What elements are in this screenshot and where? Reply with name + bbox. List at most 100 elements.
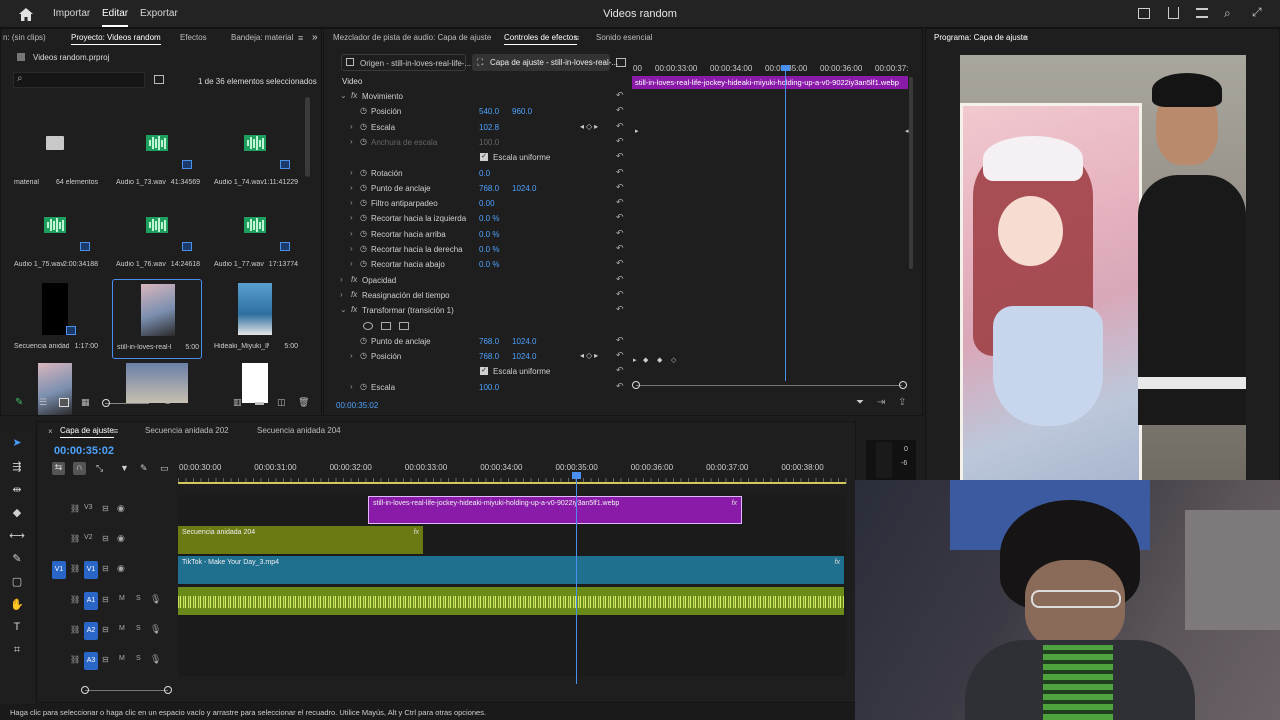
reset-icon[interactable]: ↶ [616, 365, 624, 376]
project-item[interactable]: Audio 1_75.wav 2:00:34188 [10, 197, 100, 277]
effect-row[interactable]: › ◷ Recortar hacia la derecha 0.0 % ↶ [340, 242, 630, 257]
reset-icon[interactable]: ↶ [616, 304, 624, 315]
project-item[interactable]: Secuencia anidad... 1:17:00 [10, 279, 100, 359]
tab-source[interactable]: n: (sin clips) [3, 33, 46, 42]
keyframe-marker[interactable]: ◇ [671, 356, 676, 364]
effect-value[interactable]: 102.8 [479, 123, 499, 132]
chevron-right-icon[interactable]: › [350, 259, 353, 268]
reset-icon[interactable]: ↶ [616, 243, 624, 254]
lock-icon[interactable]: ⛓ [70, 625, 80, 634]
pencil-icon[interactable]: ✎ [15, 397, 23, 408]
ec-timecode[interactable]: 00:00:35:02 [336, 401, 378, 410]
share-icon[interactable] [1168, 7, 1179, 19]
panel-menu-icon[interactable]: ≡ [298, 33, 303, 43]
track-select-icon[interactable]: ⇶ [8, 457, 26, 475]
work-area-bar[interactable] [178, 482, 846, 484]
chevron-right-icon[interactable]: › [350, 382, 353, 391]
reset-icon[interactable]: ↶ [616, 335, 624, 346]
stopwatch-icon[interactable]: ◷ [360, 382, 367, 391]
pen-icon[interactable]: ✎ [8, 549, 26, 567]
ripple-edit-icon[interactable]: ⇹ [8, 480, 26, 498]
fx-icon[interactable]: fx [351, 305, 357, 314]
keyframe-marker[interactable]: ◆ [643, 356, 648, 364]
automate-icon[interactable]: ▥ [233, 397, 242, 408]
zoom-slider-handle[interactable] [102, 399, 110, 407]
effect-value[interactable]: 768.0 [479, 352, 499, 361]
reset-icon[interactable]: ↶ [616, 289, 624, 300]
home-icon[interactable] [18, 6, 34, 22]
reset-icon[interactable]: ↶ [616, 350, 624, 361]
tab-effects[interactable]: Efectos [180, 33, 207, 42]
lock-icon[interactable]: ⛓ [70, 534, 80, 543]
microphone-icon[interactable]: 🎙 [150, 654, 161, 665]
clip-v1[interactable]: TikTok - Make Your Day_3.mp4 fx [178, 556, 844, 584]
sync-lock-icon[interactable]: ⊟ [102, 595, 109, 604]
effect-row[interactable]: › ◷ Recortar hacia la izquierda 0.0 % ↶ [340, 211, 630, 226]
lock-icon[interactable]: ⛓ [70, 504, 80, 513]
track-id[interactable]: A3 [84, 652, 98, 670]
effect-value-y[interactable]: 1024.0 [512, 337, 536, 346]
effect-value[interactable]: 100.0 [479, 138, 499, 147]
chevron-right-icon[interactable]: › [350, 137, 353, 146]
project-item[interactable]: still-in-loves-real-life-... 5:00 [112, 279, 202, 359]
reset-icon[interactable]: ↶ [616, 151, 624, 162]
pen-mask-icon[interactable] [399, 321, 409, 330]
project-item[interactable]: Audio 1_76.wav 14:24618 [112, 197, 202, 277]
effect-row[interactable]: › ◷ Recortar hacia abajo 0.0 % ↶ [340, 257, 630, 272]
chevron-right-icon[interactable]: › [350, 351, 353, 360]
chevron-down-icon[interactable]: ⌄ [340, 305, 347, 314]
reset-icon[interactable]: ↶ [616, 228, 624, 239]
sync-lock-icon[interactable]: ⊟ [102, 534, 109, 543]
microphone-icon[interactable]: 🎙 [150, 624, 161, 635]
track-id[interactable]: A1 [84, 592, 98, 610]
close-icon[interactable]: × [48, 427, 53, 436]
eye-icon[interactable]: ◉ [117, 503, 125, 514]
chevron-right-icon[interactable]: › [350, 229, 353, 238]
stopwatch-icon[interactable]: ◷ [360, 168, 367, 177]
sort-icon[interactable]: ≡ [165, 397, 170, 407]
keyframe-marker[interactable]: ◂ [905, 127, 909, 135]
type-icon[interactable]: T [8, 618, 26, 636]
effect-value[interactable]: 0.0 [479, 169, 490, 178]
new-item-icon[interactable]: ◫ [277, 397, 286, 408]
effect-row[interactable]: ✓ Escala uniforme ↶ [340, 150, 630, 165]
lock-icon[interactable]: ⛓ [70, 595, 80, 604]
lock-icon[interactable]: ☰ [39, 397, 47, 408]
tab-audio-mixer[interactable]: Mezclador de pista de audio: Capa de aju… [333, 33, 491, 42]
panel-menu-icon[interactable]: ≡ [113, 426, 118, 436]
effect-value[interactable]: 100.0 [479, 383, 499, 392]
stopwatch-icon[interactable]: ◷ [360, 229, 367, 238]
project-scrollbar[interactable] [305, 97, 310, 177]
timeline-playhead[interactable] [576, 472, 577, 684]
slip-icon[interactable]: ⟷ [8, 526, 26, 544]
tab-essential-sound[interactable]: Sonido esencial [596, 33, 652, 42]
fx-icon[interactable]: fx [351, 275, 357, 284]
tab-bin[interactable]: Bandeja: material [231, 33, 293, 42]
effect-row[interactable]: ◷ Punto de anclaje 768.0 1024.0 ↶ [340, 334, 630, 349]
effect-row[interactable]: › ◷ Anchura de escala 100.0 ↶ [340, 135, 630, 150]
effect-row[interactable]: ⌄ fx Movimiento ↶ [340, 89, 630, 104]
chevron-right-icon[interactable]: › [350, 198, 353, 207]
ec-scrollbar[interactable] [909, 77, 913, 269]
menu-importar[interactable]: Importar [53, 8, 90, 19]
reset-icon[interactable]: ↶ [616, 121, 624, 132]
mute-button[interactable]: M [119, 655, 125, 662]
effect-value[interactable]: 540.0 [479, 107, 499, 116]
track-lane[interactable] [178, 616, 846, 646]
sync-lock-icon[interactable]: ⊟ [102, 655, 109, 664]
list-view-icon[interactable] [59, 398, 69, 407]
clip-v3[interactable]: still-in-loves-real-life-jockey-hideaki-… [368, 496, 742, 524]
stopwatch-icon[interactable]: ◷ [360, 137, 367, 146]
magnet-icon[interactable]: ∩ [73, 462, 86, 475]
effect-row[interactable]: › ◷ Posición 768.0 1024.0 ↶ ◂◇▸ [340, 349, 630, 364]
solo-button[interactable]: S [136, 655, 141, 662]
project-item[interactable]: material 64 elementos [10, 115, 100, 195]
reset-icon[interactable]: ↶ [616, 182, 624, 193]
audio-clip-a1[interactable] [178, 587, 844, 615]
keyframe-marker[interactable]: ▸ [635, 127, 639, 135]
effect-row[interactable]: › ◷ Filtro antiparpadeo 0.00 ↶ [340, 196, 630, 211]
eye-icon[interactable]: ◉ [117, 533, 125, 544]
keyframe-marker[interactable]: ▸ [633, 356, 637, 364]
project-item[interactable]: Hideaki_Miyuki_IM... 5:00 [210, 279, 300, 359]
razor-icon[interactable]: ◆ [8, 503, 26, 521]
